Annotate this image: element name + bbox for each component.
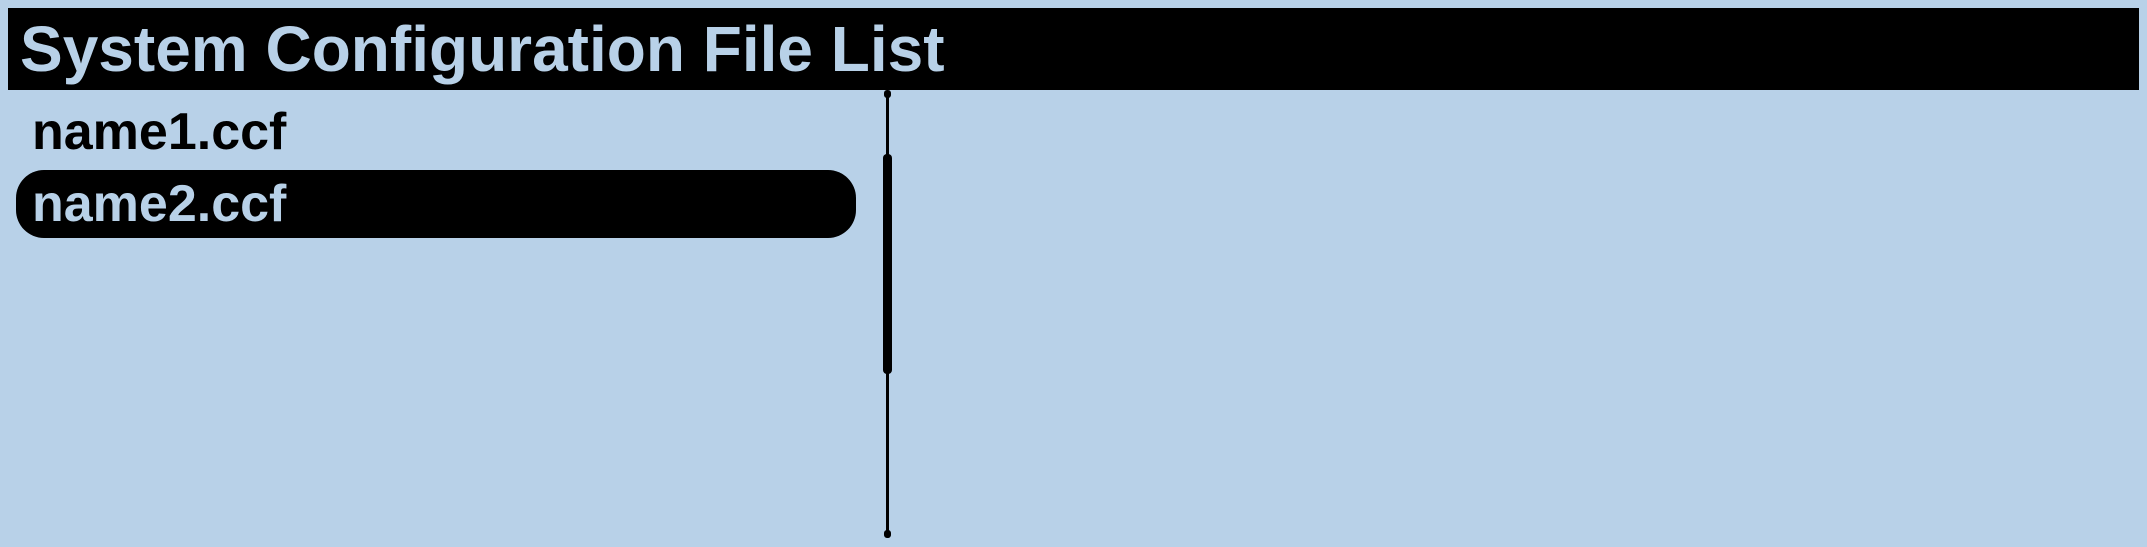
content-area: name1.ccf name2.ccf bbox=[8, 94, 2139, 534]
file-item[interactable]: name2.ccf bbox=[16, 170, 856, 238]
file-list: name1.ccf name2.ccf bbox=[8, 94, 883, 534]
page-title: System Configuration File List bbox=[8, 8, 2139, 90]
file-item[interactable]: name1.ccf bbox=[16, 98, 856, 166]
scrollbar[interactable] bbox=[883, 94, 893, 534]
scrollbar-thumb[interactable] bbox=[883, 154, 892, 374]
scrollbar-cap-icon bbox=[884, 530, 891, 538]
